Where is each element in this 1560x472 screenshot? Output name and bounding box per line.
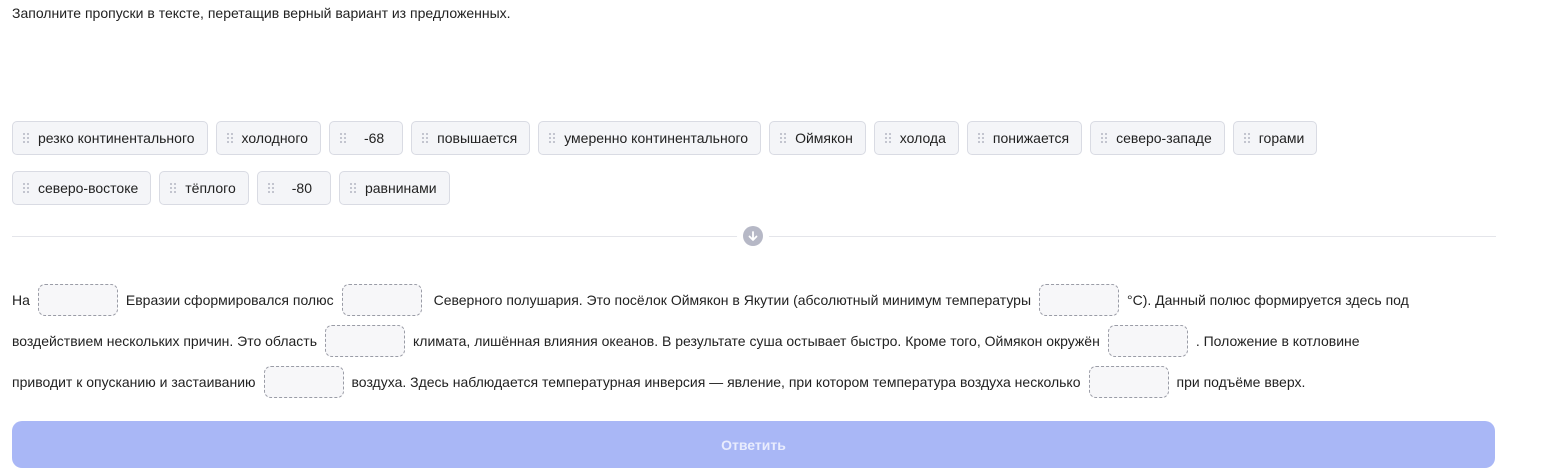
option-label: северо-востоке [38, 180, 139, 196]
text-fragment: Евразии сформировался полюс [125, 291, 334, 308]
option-chip[interactable]: северо-востоке [12, 171, 152, 205]
text-line: На Евразии сформировался полюс Северного… [12, 279, 1512, 320]
option-label: резко континентального [38, 130, 195, 146]
option-chip[interactable]: повышается [411, 121, 531, 155]
text-fragment: при подъёме вверх. [1176, 373, 1306, 390]
drop-slot-1[interactable] [37, 283, 118, 316]
option-label: повышается [437, 130, 518, 146]
drag-handle-icon [339, 133, 346, 143]
submit-button[interactable]: Ответить [12, 421, 1495, 468]
option-label: Оймякон [795, 130, 853, 146]
drop-slot-3[interactable] [1039, 283, 1120, 316]
option-label: горами [1258, 130, 1305, 146]
option-chip[interactable]: умеренно континентального [538, 121, 762, 155]
drag-handle-icon [226, 133, 233, 143]
task-instruction: Заполните пропуски в тексте, перетащив в… [12, 5, 511, 21]
option-label: холодного [241, 130, 308, 146]
drag-handle-icon [23, 133, 29, 143]
drag-handle-icon [977, 133, 984, 143]
drop-slot-6[interactable] [263, 365, 344, 398]
option-chip[interactable]: Оймякон [769, 121, 866, 155]
option-label: тёплого [185, 180, 236, 196]
text-fragment: климата, лишённая влияния океанов. В рез… [413, 332, 1100, 349]
drop-slot-2[interactable] [341, 283, 422, 316]
option-chip[interactable]: равнинами [338, 171, 450, 205]
drop-slot-4[interactable] [325, 324, 405, 357]
drag-handle-icon [1243, 133, 1250, 143]
option-label: умеренно континентального [564, 130, 749, 146]
drag-handle-icon [549, 133, 556, 143]
drag-handle-icon [1101, 133, 1108, 143]
drag-handle-icon [884, 133, 891, 143]
text-fragment: На [12, 291, 30, 308]
option-chip[interactable]: горами [1232, 121, 1318, 155]
drag-handle-icon [267, 183, 274, 193]
drag-handle-icon [23, 183, 29, 193]
text-fragment: воздействием нескольких причин. Это обла… [12, 332, 317, 349]
option-chip[interactable]: холодного [215, 121, 321, 155]
text-fragment: Северного полушария. Это посёлок Оймякон… [433, 291, 1032, 308]
drop-slot-5[interactable] [1107, 324, 1188, 357]
option-chip[interactable]: северо-западе [1090, 121, 1225, 155]
drag-handle-icon [170, 183, 177, 193]
text-fragment: воздуха. Здесь наблюдается температурная… [351, 373, 1081, 390]
option-chip[interactable]: -80 [256, 171, 331, 205]
option-label: холода [899, 130, 946, 146]
answer-options: резко континентального холодного -68 пов… [12, 121, 1432, 205]
drag-handle-icon [422, 133, 429, 143]
text-fragment: приводит к опусканию и застаиванию [12, 373, 256, 390]
text-line: приводит к опусканию и застаиванию возду… [12, 361, 1512, 402]
option-chip[interactable]: резко континентального [12, 121, 208, 155]
option-chip[interactable]: понижается [966, 121, 1083, 155]
drag-handle-icon [349, 183, 356, 193]
option-chip[interactable]: тёплого [159, 171, 249, 205]
drop-slot-7[interactable] [1088, 365, 1169, 398]
option-label: понижается [992, 130, 1070, 146]
option-label: северо-западе [1116, 130, 1212, 146]
option-chip[interactable]: -68 [328, 121, 404, 155]
arrow-down-icon [743, 226, 763, 246]
option-label: -68 [363, 130, 385, 146]
option-label: -80 [291, 180, 312, 196]
option-label: равнинами [364, 180, 437, 196]
option-chip[interactable]: холода [873, 121, 959, 155]
section-divider [12, 226, 1496, 246]
text-line: воздействием нескольких причин. Это обла… [12, 320, 1512, 361]
text-fragment: . Положение в котловине [1195, 332, 1360, 349]
drag-handle-icon [780, 133, 787, 143]
text-fragment: °С). Данный полюс формируется здесь под [1127, 291, 1409, 308]
fill-in-text: На Евразии сформировался полюс Северного… [12, 279, 1512, 402]
